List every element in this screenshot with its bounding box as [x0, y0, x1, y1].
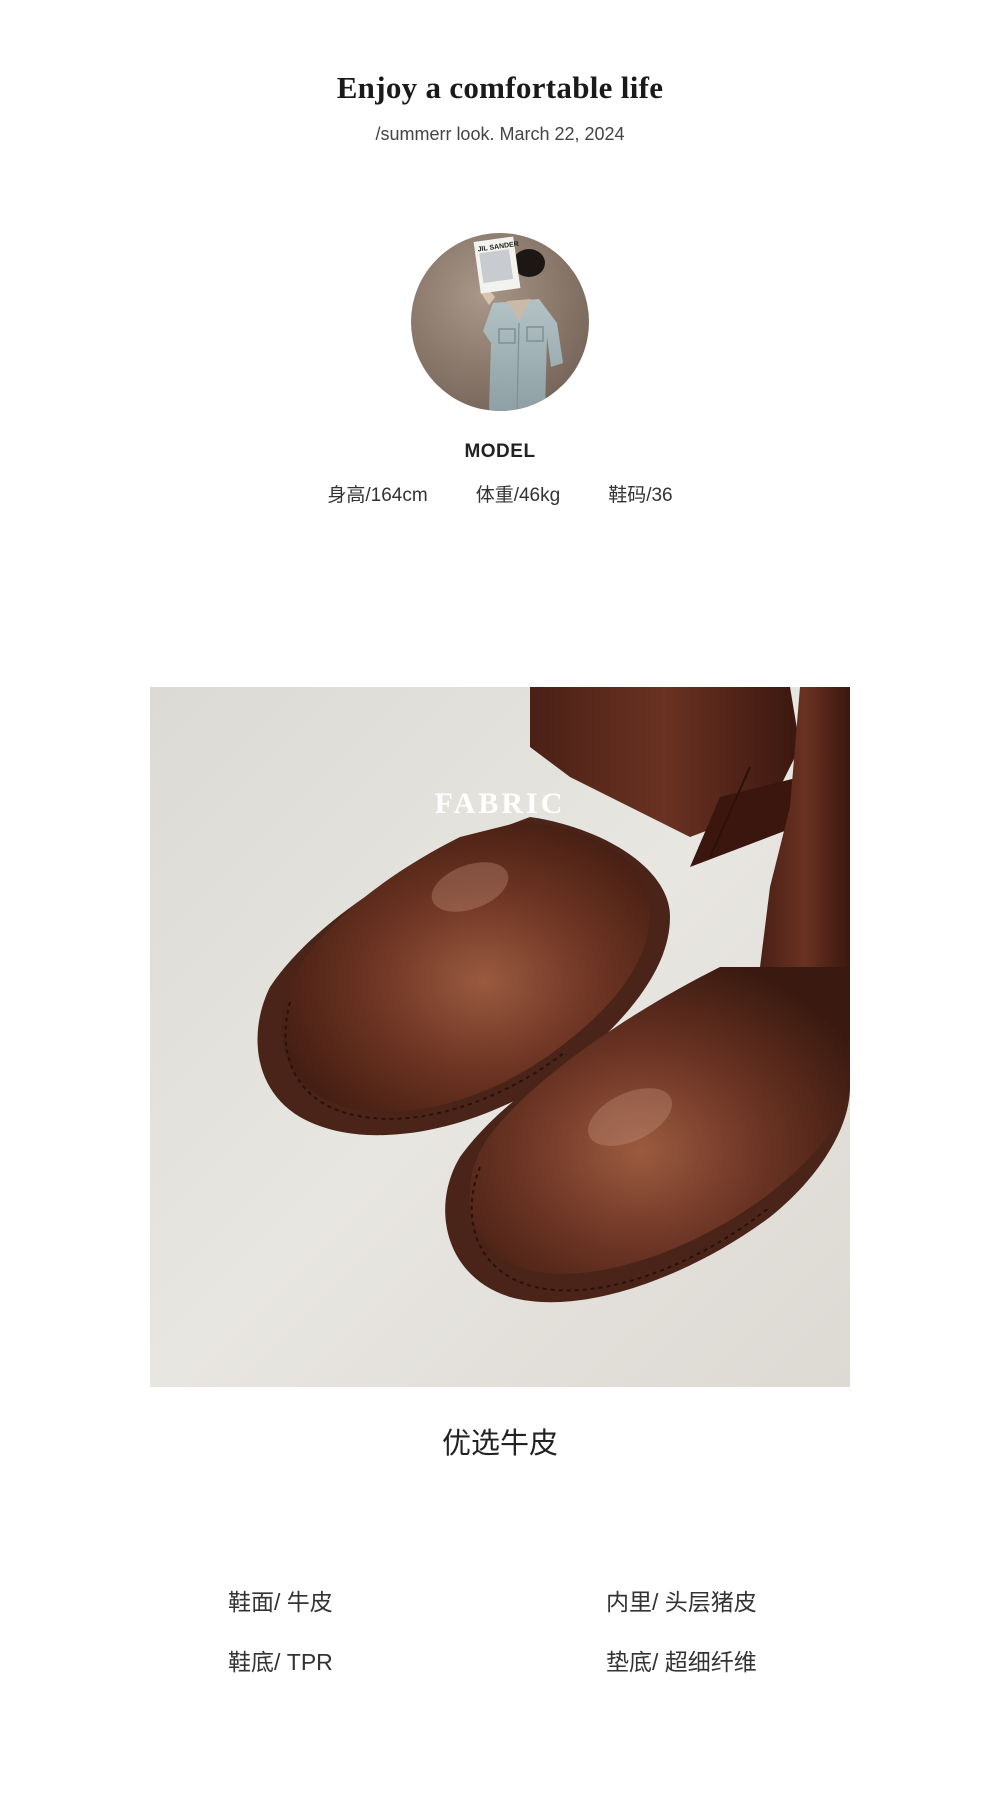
fabric-overlay-label: FABRIC — [434, 787, 566, 820]
model-avatar: JIL SANDER — [411, 233, 589, 411]
page-subtitle: /summerr look. March 22, 2024 — [375, 124, 625, 144]
model-stats: 身高/164cm 体重/46kg 鞋码/36 — [0, 480, 1000, 507]
model-avatar-image: JIL SANDER — [411, 233, 589, 411]
product-detail-page: Enjoy a comfortable life /summerr look. … — [0, 0, 1000, 1816]
spec-insole: 垫底/ 超细纤维 — [606, 1649, 757, 1675]
spec-lining: 内里/ 头层猪皮 — [606, 1589, 757, 1615]
model-label: MODEL — [464, 441, 536, 462]
spec-upper: 鞋面/ 牛皮 — [228, 1589, 333, 1615]
page-title: Enjoy a comfortable life — [336, 70, 664, 105]
spec-sole: 鞋底/ TPR — [228, 1649, 333, 1675]
model-height: 身高/164cm — [327, 485, 428, 506]
fabric-caption: 优选牛皮 — [441, 1428, 558, 1460]
model-weight: 体重/46kg — [475, 485, 561, 506]
model-shoe-size: 鞋码/36 — [608, 485, 673, 506]
